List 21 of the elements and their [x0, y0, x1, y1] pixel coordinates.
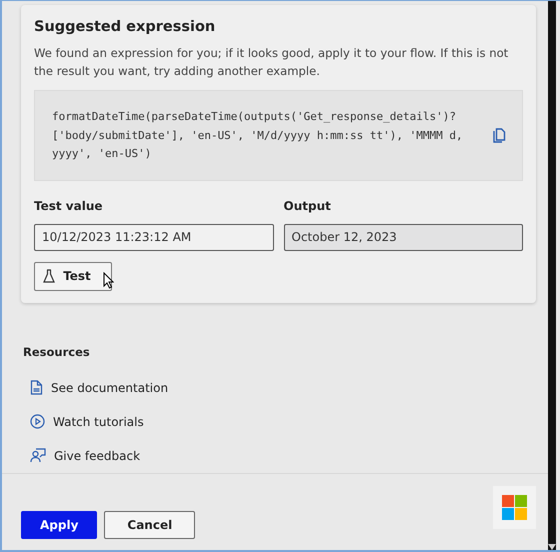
scroll-arrow-icon[interactable]: [548, 544, 556, 550]
feedback-icon: [30, 448, 46, 463]
logo-icon: [493, 486, 536, 528]
card-title: Suggested expression: [34, 19, 216, 35]
resource-link[interactable]: Give feedback: [30, 438, 527, 472]
text-field[interactable]: 10/12/2023 11:23:12 AM: [34, 224, 274, 250]
test-button[interactable]: Test: [34, 262, 112, 290]
pointer-icon: [103, 272, 114, 288]
resources-heading: Resources: [23, 344, 91, 358]
resource-link[interactable]: See documentation: [30, 370, 527, 404]
resource-link[interactable]: Watch tutorials: [30, 404, 527, 438]
expression-code: formatDateTime(parseDateTime(outputs('Get_response_details')? ['body/submitDate'], 'en-US', 'M/d/yyyy h:mm:ss tt'), 'MMMM d, yyyy', 'en-US'): [52, 109, 464, 162]
field-label: Output: [284, 198, 332, 212]
field-label: Test value: [34, 198, 104, 212]
copy-icon[interactable]: [493, 128, 506, 144]
card-description: We found an expression for you; if it looks good, apply it to your flow. If this is not the result you want, try adding another example.: [34, 45, 510, 80]
apply-button[interactable]: Apply: [21, 510, 98, 538]
play-icon: [30, 414, 45, 429]
cancel-button[interactable]: Cancel: [104, 510, 196, 538]
flask-icon: [43, 269, 56, 283]
document-icon: [30, 380, 43, 395]
